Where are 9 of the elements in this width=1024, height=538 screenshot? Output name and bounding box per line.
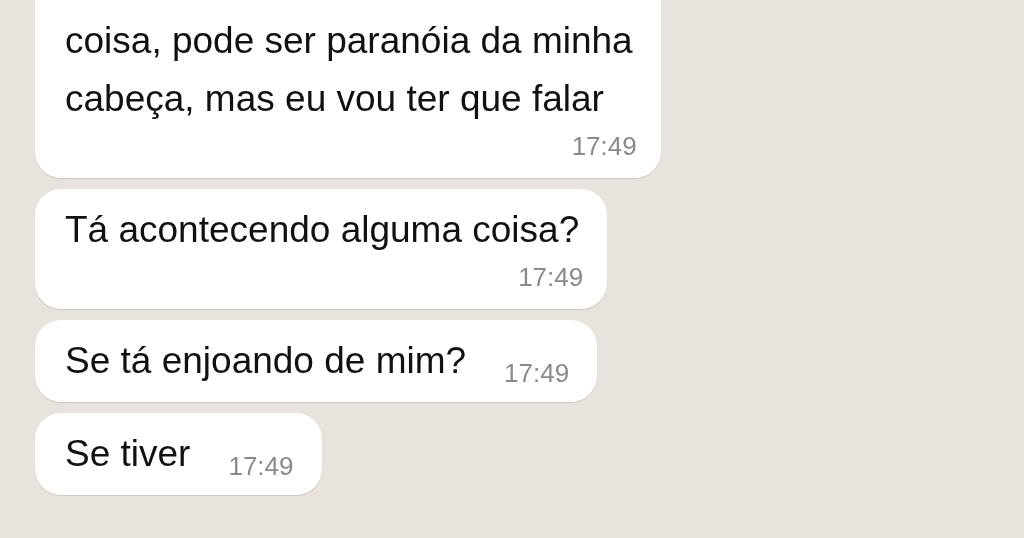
message-time: 17:49: [228, 451, 294, 481]
message-text: coisa, pode ser paranóia da minha: [65, 19, 633, 63]
message-text: cabeça, mas eu vou ter que falar: [65, 77, 605, 121]
message-text: Tá acontecendo alguma coisa?: [65, 208, 580, 252]
message-text: Se tá enjoando de mim?: [65, 339, 467, 383]
message-time: 17:49: [504, 358, 570, 388]
message-time: 17:49: [518, 261, 584, 294]
message-text: Se tiver: [65, 432, 191, 476]
message-time: 17:49: [571, 130, 637, 163]
